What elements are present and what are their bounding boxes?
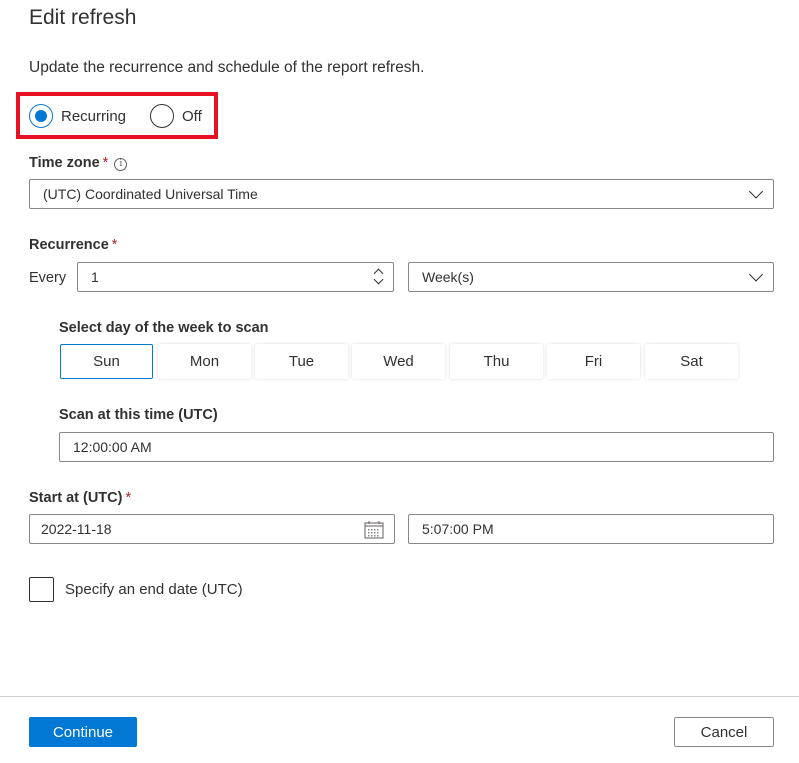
start-date-value: 2022-11-18 (41, 521, 112, 537)
checkbox-unchecked-icon[interactable] (29, 577, 54, 602)
day-button-fri[interactable]: Fri (547, 344, 640, 379)
end-date-checkbox[interactable]: Specify an end date (UTC) (29, 577, 243, 602)
time-zone-label: Time zone * i (29, 155, 128, 171)
scan-time-value: 12:00:00 AM (73, 439, 152, 455)
start-date-input[interactable]: 2022-11-18 (29, 514, 395, 544)
scan-time-input[interactable]: 12:00:00 AM (59, 432, 774, 462)
day-button-mon[interactable]: Mon (158, 344, 251, 379)
dialog-title: Edit refresh (29, 6, 137, 29)
start-time-input[interactable]: 5:07:00 PM (408, 514, 774, 544)
day-button-sat[interactable]: Sat (645, 344, 738, 379)
interval-value: 1 (91, 269, 99, 285)
required-mark: * (111, 237, 118, 253)
radio-off-label: Off (182, 107, 202, 125)
dialog-subtitle: Update the recurrence and schedule of th… (29, 59, 425, 76)
start-at-label: Start at (UTC) * (29, 490, 131, 506)
day-button-sun[interactable]: Sun (60, 344, 153, 379)
start-time-value: 5:07:00 PM (422, 521, 494, 537)
recurrence-unit-value: Week(s) (422, 269, 474, 285)
calendar-icon[interactable] (364, 520, 384, 539)
every-label: Every (29, 270, 67, 286)
recurrence-unit-dropdown[interactable]: Week(s) (408, 262, 774, 292)
radio-recurring-label: Recurring (61, 107, 127, 125)
chevron-down-icon (748, 267, 764, 282)
radio-checked-icon (29, 104, 53, 128)
spin-buttons[interactable] (373, 265, 385, 289)
recurrence-label-text: Recurrence (29, 237, 109, 253)
day-button-tue[interactable]: Tue (255, 344, 348, 379)
start-at-label-text: Start at (UTC) (29, 490, 123, 506)
interval-spin-input[interactable]: 1 (77, 262, 394, 292)
radio-unchecked-icon (150, 104, 174, 128)
required-mark: * (102, 155, 109, 171)
day-button-wed[interactable]: Wed (352, 344, 445, 379)
info-icon[interactable]: i (114, 158, 128, 171)
time-zone-value: (UTC) Coordinated Universal Time (43, 186, 258, 202)
radio-off[interactable]: Off (150, 104, 202, 128)
continue-button[interactable]: Continue (29, 717, 137, 747)
cancel-button[interactable]: Cancel (674, 717, 774, 747)
day-button-thu[interactable]: Thu (450, 344, 543, 379)
time-zone-dropdown[interactable]: (UTC) Coordinated Universal Time (29, 179, 774, 209)
footer-divider (0, 696, 799, 697)
day-of-week-label: Select day of the week to scan (59, 320, 269, 336)
recurrence-label: Recurrence * (29, 237, 117, 253)
scan-time-label: Scan at this time (UTC) (59, 407, 218, 423)
end-date-checkbox-label: Specify an end date (UTC) (65, 581, 243, 598)
required-mark: * (125, 490, 132, 506)
time-zone-label-text: Time zone (29, 155, 100, 171)
chevron-down-icon (748, 184, 764, 199)
chevron-down-icon[interactable] (373, 274, 384, 285)
radio-recurring[interactable]: Recurring (29, 104, 126, 128)
